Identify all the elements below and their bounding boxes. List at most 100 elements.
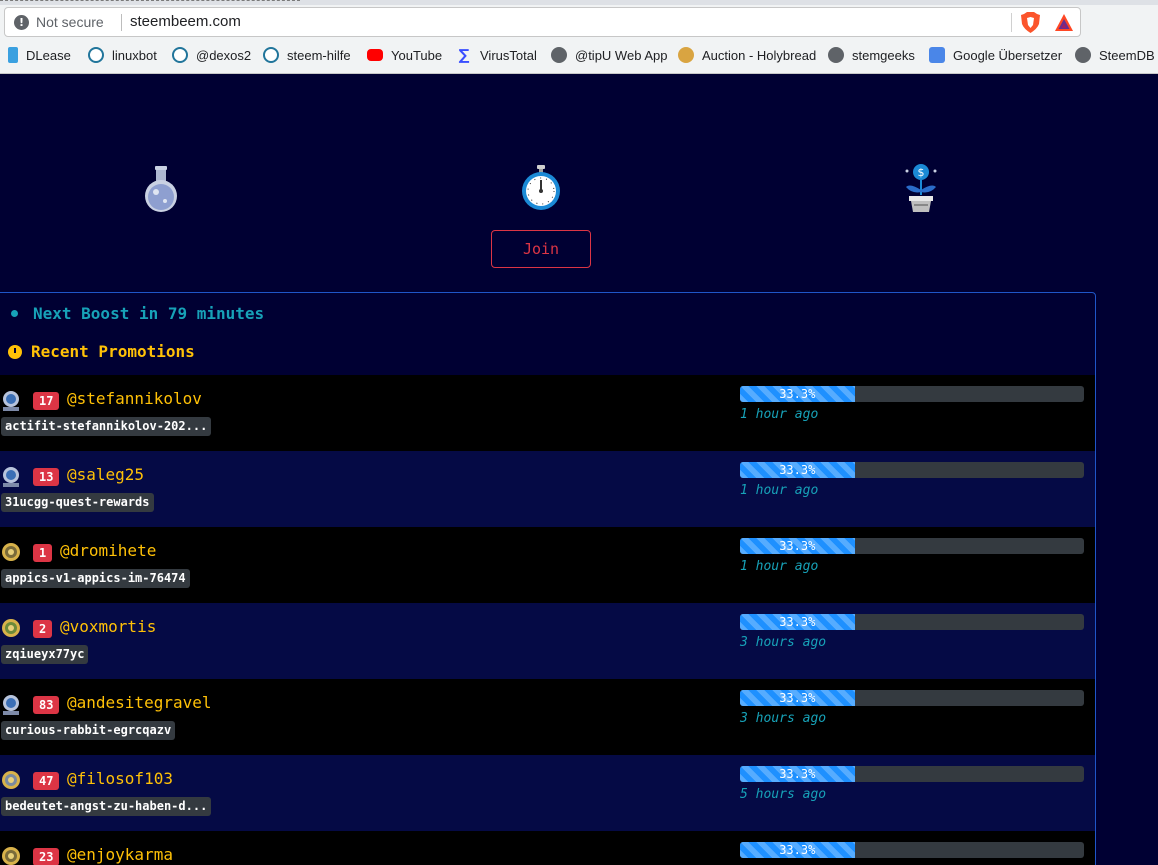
history-icon: [8, 344, 22, 359]
bookmark-label: YouTube: [391, 47, 443, 63]
brave-shield-icon[interactable]: [1021, 12, 1040, 33]
permlink-tag[interactable]: curious-rabbit-egrcqazv: [1, 721, 176, 740]
virustotal-icon: ∑: [458, 46, 470, 64]
permlink-tag[interactable]: appics-v1-appics-im-76474: [1, 569, 190, 588]
author-link[interactable]: @andesitegravel: [67, 693, 212, 712]
bookmark-label: VirusTotal: [480, 47, 537, 63]
bookmark-steem-hilfe[interactable]: steem-hilfe: [263, 45, 351, 65]
rank-badge: 83: [33, 696, 60, 714]
recent-promotions-heading: Recent Promotions: [8, 342, 195, 361]
globe-icon: [828, 47, 844, 63]
bread-icon: [678, 47, 694, 63]
vote-progress-bar: 33.3%: [740, 690, 1084, 706]
bookmark-steemdb[interactable]: SteemDB -: [1075, 45, 1158, 65]
globe-icon: [1075, 47, 1091, 63]
promotion-time: 1 hour ago: [740, 559, 819, 574]
progress-label: 33.3%: [779, 539, 816, 553]
author-link[interactable]: @dromihete: [60, 541, 156, 560]
address-separator: [121, 14, 122, 31]
address-bar[interactable]: ! Not secure steembeem.com: [4, 7, 1081, 37]
gold-badge-icon: [2, 619, 20, 637]
silver-badge-icon: [3, 695, 19, 715]
bat-rewards-icon[interactable]: [1054, 13, 1074, 32]
info-icon[interactable]: !: [14, 15, 29, 30]
svg-text:$: $: [918, 166, 925, 179]
vote-progress-bar: 33.3%: [740, 842, 1084, 858]
permlink-tag[interactable]: zqiueyx77yc: [1, 645, 89, 664]
author-link[interactable]: @voxmortis: [60, 617, 156, 636]
bookmark-dlease[interactable]: DLease: [8, 45, 71, 65]
bookmark-label: DLease: [26, 47, 71, 63]
rank-badge: 23: [33, 848, 60, 865]
vote-progress-bar: 33.3%: [740, 462, 1084, 478]
bookmark-label: stemgeeks: [852, 47, 915, 63]
vote-progress-bar: 33.3%: [740, 766, 1084, 782]
gold-badge-icon: [2, 543, 20, 561]
author-link[interactable]: @enjoykarma: [67, 845, 173, 864]
url-text[interactable]: steembeem.com: [130, 13, 241, 30]
silver-badge-icon: [3, 467, 19, 487]
bookmark-label: linuxbot: [112, 47, 157, 63]
author-link[interactable]: @saleg25: [67, 465, 144, 484]
gold-badge-icon: [2, 847, 20, 865]
promotion-row: 23 @enjoykarma 33.3%: [0, 831, 1095, 865]
globe-icon: [551, 47, 567, 63]
progress-label: 33.3%: [779, 691, 816, 705]
address-divider: [1011, 13, 1012, 32]
vote-progress-bar: 33.3%: [740, 538, 1084, 554]
progress-label: 33.3%: [779, 463, 816, 477]
status-dot-icon: [11, 310, 18, 317]
progress-label: 33.3%: [779, 843, 816, 857]
promotion-row: 13 @saleg25 31ucgg-quest-rewards 33.3% 1…: [0, 451, 1095, 527]
progress-label: 33.3%: [779, 767, 816, 781]
bookmark-label: SteemDB -: [1099, 47, 1158, 63]
rank-badge: 1: [33, 544, 53, 562]
bookmark-virustotal[interactable]: ∑ VirusTotal: [456, 45, 537, 65]
browser-chrome: ! Not secure steembeem.com DLease linuxb…: [0, 0, 1158, 74]
next-boost-text: Next Boost in 79 minutes: [33, 304, 265, 323]
promotion-time: 1 hour ago: [740, 407, 819, 422]
promotion-time: 5 hours ago: [740, 787, 827, 802]
recent-promotions-title: Recent Promotions: [31, 342, 195, 361]
security-label[interactable]: Not secure: [36, 14, 104, 30]
join-button[interactable]: Join: [491, 230, 591, 268]
permlink-tag[interactable]: bedeutet-angst-zu-haben-d...: [1, 797, 212, 816]
progress-label: 33.3%: [779, 615, 816, 629]
youtube-icon: [367, 49, 383, 61]
tab-strip: [0, 0, 1158, 5]
page-content: $ Join Next Boost in 79 minutes Recent P…: [0, 75, 1158, 865]
progress-label: 33.3%: [779, 387, 816, 401]
stopwatch-icon: [522, 165, 560, 210]
bookmark-label: @tipU Web App: [575, 47, 668, 63]
author-link[interactable]: @filosof103: [67, 769, 173, 788]
bookmark-youtube[interactable]: YouTube: [367, 45, 442, 65]
vote-progress-bar: 33.3%: [740, 614, 1084, 630]
bookmark-label: Google Übersetzer: [953, 47, 1063, 63]
promotion-time: 1 hour ago: [740, 483, 819, 498]
promotion-row: 17 @stefannikolov actifit-stefannikolov-…: [0, 375, 1095, 451]
bookmark-stemgeeks[interactable]: stemgeeks: [828, 45, 915, 65]
bookmark-tipu[interactable]: @tipU Web App: [551, 45, 667, 65]
rank-badge: 13: [33, 468, 60, 486]
promotion-row: 2 @voxmortis zqiueyx77yc 33.3% 3 hours a…: [0, 603, 1095, 679]
rank-badge: 17: [33, 392, 60, 410]
permlink-tag[interactable]: 31ucgg-quest-rewards: [1, 493, 154, 512]
money-plant-icon: $: [905, 164, 937, 212]
rank-badge: 47: [33, 772, 60, 790]
flask-icon: [145, 166, 177, 212]
author-link[interactable]: @stefannikolov: [67, 389, 202, 408]
google-translate-icon: [929, 47, 945, 63]
silver-badge-icon: [3, 391, 19, 411]
bookmark-dexos2[interactable]: @dexos2: [172, 45, 251, 65]
next-boost-status: Next Boost in 79 minutes: [11, 304, 264, 323]
promotion-row: 83 @andesitegravel curious-rabbit-egrcqa…: [0, 679, 1095, 755]
bookmark-linuxbot[interactable]: linuxbot: [88, 45, 157, 65]
bookmark-holybread[interactable]: Auction - Holybread: [678, 45, 816, 65]
promotion-time: 3 hours ago: [740, 635, 827, 650]
permlink-tag[interactable]: actifit-stefannikolov-202...: [1, 417, 212, 436]
wordpress-icon: [88, 47, 104, 63]
dlease-icon: [8, 47, 18, 63]
promotions-panel: Next Boost in 79 minutes Recent Promotio…: [0, 292, 1096, 865]
promotion-row: 47 @filosof103 bedeutet-angst-zu-haben-d…: [0, 755, 1095, 831]
bookmark-google-translate[interactable]: Google Übersetzer: [929, 45, 1062, 65]
